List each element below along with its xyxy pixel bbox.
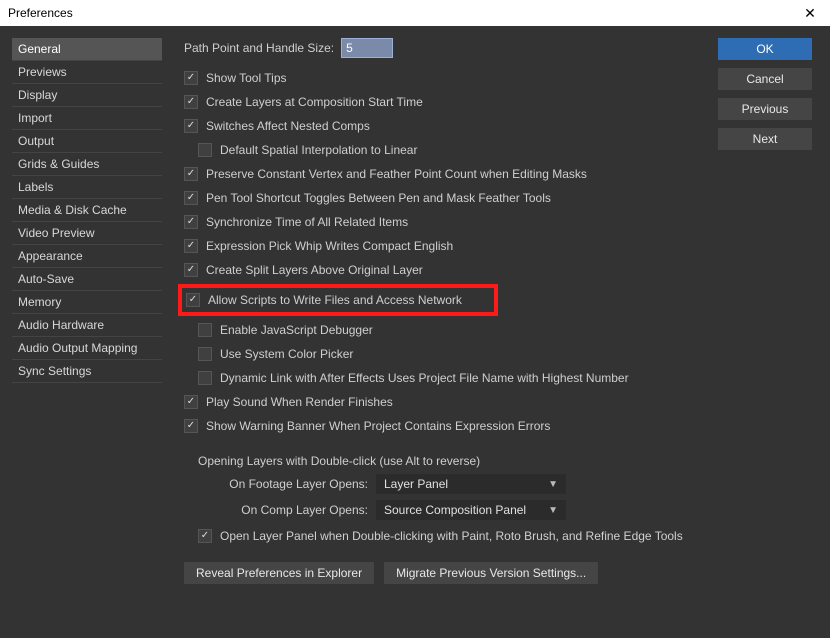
group-title: Opening Layers with Double-click (use Al… <box>184 454 706 468</box>
sidebar-item-sync-settings[interactable]: Sync Settings <box>12 360 162 383</box>
sidebar-item-general[interactable]: General <box>12 38 162 61</box>
sidebar-item-memory[interactable]: Memory <box>12 291 162 314</box>
content-panel: Path Point and Handle Size: Show Tool Ti… <box>162 38 718 626</box>
sidebar-item-video-preview[interactable]: Video Preview <box>12 222 162 245</box>
checkbox[interactable] <box>184 71 198 85</box>
sidebar-item-auto-save[interactable]: Auto-Save <box>12 268 162 291</box>
checkbox-label: Preserve Constant Vertex and Feather Poi… <box>206 164 587 184</box>
sidebar-item-appearance[interactable]: Appearance <box>12 245 162 268</box>
sidebar-item-display[interactable]: Display <box>12 84 162 107</box>
checkbox-label: Dynamic Link with After Effects Uses Pro… <box>220 368 629 388</box>
checkbox[interactable] <box>184 191 198 205</box>
checkbox[interactable] <box>184 215 198 229</box>
close-icon[interactable]: ✕ <box>800 5 820 22</box>
sidebar: GeneralPreviewsDisplayImportOutputGrids … <box>12 38 162 626</box>
highlight-box: Allow Scripts to Write Files and Access … <box>178 284 498 316</box>
sidebar-item-import[interactable]: Import <box>12 107 162 130</box>
sidebar-item-grids-guides[interactable]: Grids & Guides <box>12 153 162 176</box>
checkbox[interactable] <box>184 167 198 181</box>
footage-layer-label: On Footage Layer Opens: <box>198 477 368 491</box>
ok-button[interactable]: OK <box>718 38 812 60</box>
open-layer-panel-label: Open Layer Panel when Double-clicking wi… <box>220 526 683 546</box>
sidebar-item-media-disk-cache[interactable]: Media & Disk Cache <box>12 199 162 222</box>
sidebar-item-audio-hardware[interactable]: Audio Hardware <box>12 314 162 337</box>
reveal-preferences-button[interactable]: Reveal Preferences in Explorer <box>184 562 374 584</box>
previous-button[interactable]: Previous <box>718 98 812 120</box>
checkbox[interactable] <box>184 95 198 109</box>
checkbox-label: Show Warning Banner When Project Contain… <box>206 416 550 436</box>
comp-layer-value: Source Composition Panel <box>384 503 526 517</box>
sidebar-item-audio-output-mapping[interactable]: Audio Output Mapping <box>12 337 162 360</box>
migrate-settings-button[interactable]: Migrate Previous Version Settings... <box>384 562 598 584</box>
checkbox-label: Create Layers at Composition Start Time <box>206 92 423 112</box>
cancel-button[interactable]: Cancel <box>718 68 812 90</box>
sidebar-item-output[interactable]: Output <box>12 130 162 153</box>
checkbox[interactable] <box>184 239 198 253</box>
path-point-label: Path Point and Handle Size: <box>184 38 334 58</box>
checkbox[interactable] <box>198 323 212 337</box>
path-point-input[interactable] <box>342 39 392 57</box>
checkbox-label: Expression Pick Whip Writes Compact Engl… <box>206 236 453 256</box>
next-button[interactable]: Next <box>718 128 812 150</box>
window-title: Preferences <box>8 6 73 20</box>
comp-layer-select[interactable]: Source Composition Panel ▼ <box>376 500 566 520</box>
checkbox[interactable] <box>198 143 212 157</box>
checkbox[interactable] <box>198 347 212 361</box>
checkbox-label: Allow Scripts to Write Files and Access … <box>208 290 462 310</box>
chevron-down-icon: ▼ <box>548 505 558 516</box>
footage-layer-select[interactable]: Layer Panel ▼ <box>376 474 566 494</box>
checkbox-label: Synchronize Time of All Related Items <box>206 212 408 232</box>
sidebar-item-labels[interactable]: Labels <box>12 176 162 199</box>
checkbox-label: Play Sound When Render Finishes <box>206 392 393 412</box>
checkbox-label: Pen Tool Shortcut Toggles Between Pen an… <box>206 188 551 208</box>
chevron-down-icon: ▼ <box>548 479 558 490</box>
open-layer-panel-checkbox[interactable] <box>198 529 212 543</box>
checkbox[interactable] <box>184 263 198 277</box>
footage-layer-value: Layer Panel <box>384 477 448 491</box>
sidebar-item-previews[interactable]: Previews <box>12 61 162 84</box>
checkbox[interactable] <box>186 293 200 307</box>
checkbox-label: Use System Color Picker <box>220 344 353 364</box>
checkbox[interactable] <box>184 395 198 409</box>
comp-layer-label: On Comp Layer Opens: <box>198 503 368 517</box>
checkbox[interactable] <box>184 419 198 433</box>
checkbox[interactable] <box>184 119 198 133</box>
checkbox-label: Create Split Layers Above Original Layer <box>206 260 423 280</box>
checkbox-label: Enable JavaScript Debugger <box>220 320 373 340</box>
checkbox-label: Show Tool Tips <box>206 68 287 88</box>
checkbox-label: Switches Affect Nested Comps <box>206 116 370 136</box>
checkbox[interactable] <box>198 371 212 385</box>
checkbox-label: Default Spatial Interpolation to Linear <box>220 140 417 160</box>
